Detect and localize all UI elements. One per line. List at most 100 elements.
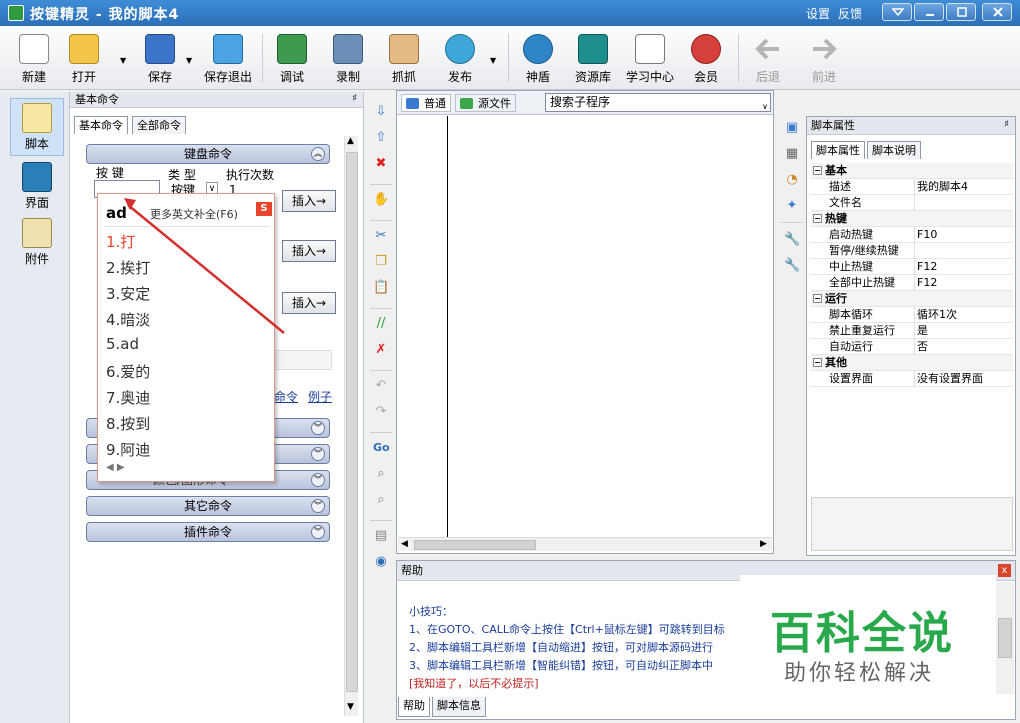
palette-icon[interactable]: ◔ [784, 172, 800, 188]
delete-icon[interactable]: ✖ [373, 156, 389, 172]
chevron-down-icon: ∨ [762, 102, 768, 111]
property-row[interactable]: 禁止重复运行是 [811, 323, 1013, 339]
source-file-icon [460, 98, 473, 109]
paste-icon[interactable]: 📋 [373, 280, 389, 296]
property-key: 文件名 [829, 195, 915, 211]
property-key: 禁止重复运行 [829, 323, 915, 339]
editor-side-toolbar: ⇩ ⇧ ✖ ✋ ✂ ❐ 📋 // ✗ ↶ ↷ Go ⌕ ⌕ ▤ ◉ [367, 100, 395, 700]
uncomment-icon[interactable]: ✗ [373, 342, 389, 358]
scroll-left-icon[interactable]: ◀ [401, 539, 408, 549]
pin-icon[interactable]: ♯ [1004, 119, 1009, 130]
editor-hscrollbar[interactable]: ◀ ▶ [398, 537, 772, 551]
line-gutter [447, 116, 448, 540]
property-value[interactable]: F12 [917, 259, 937, 275]
replace-icon[interactable]: ⌕ [373, 492, 389, 508]
property-description-box [811, 497, 1013, 551]
property-key: 中止热键 [829, 259, 915, 275]
property-key: 自动运行 [829, 339, 915, 355]
move-up-icon[interactable]: ⇧ [373, 130, 389, 146]
property-value[interactable]: 我的脚本4 [917, 179, 968, 195]
property-value[interactable]: F10 [917, 227, 937, 243]
add-tool-icon[interactable]: 🔧 [784, 232, 800, 248]
property-group[interactable]: − 运行 [811, 291, 1013, 307]
help-scroll-thumb[interactable] [998, 618, 1012, 658]
find-icon[interactable]: ⌕ [373, 466, 389, 482]
property-row[interactable]: 设置界面 没有设置界面 [811, 371, 1013, 387]
move-down-icon[interactable]: ⇩ [373, 104, 389, 120]
script-properties-panel: 脚本属性 ♯ 脚本属性 脚本说明 − 基本 描述 我的脚本4 文件名 − 热键 启动热键 F10… [806, 116, 1016, 556]
tool-separator [370, 220, 392, 221]
tab-script-properties[interactable]: 脚本属性 [811, 141, 865, 159]
property-group[interactable]: − 热键 [811, 211, 1013, 227]
property-value[interactable]: F12 [917, 275, 937, 291]
properties-header: 脚本属性 [807, 117, 1015, 135]
hscroll-thumb[interactable] [414, 540, 536, 550]
property-value[interactable]: 循环1次 [917, 307, 957, 323]
tip-line-2: 2、脚本编辑工具栏新增【自动缩进】按钮，可对脚本源码进行 [409, 641, 713, 654]
properties-icon[interactable]: ▣ [784, 120, 800, 136]
tool-separator [370, 432, 392, 433]
property-row[interactable]: 描述 我的脚本4 [811, 179, 1013, 195]
collapse-minus-icon[interactable]: − [813, 358, 822, 367]
property-value[interactable]: 是 [917, 323, 928, 339]
property-key: 启动热键 [829, 227, 915, 243]
redo-icon[interactable]: ↷ [373, 404, 389, 420]
property-row[interactable]: 脚本循环 循环1次 [811, 307, 1013, 323]
editor-tabs: 普通 源文件 搜索子程序 ∨ [397, 91, 773, 115]
subroutine-search-combo[interactable]: 搜索子程序 ∨ [545, 93, 771, 112]
cut-icon[interactable]: ✂ [373, 228, 389, 244]
tool-separator [370, 184, 392, 185]
property-key: 暂停/继续热键 [829, 243, 915, 259]
comment-icon[interactable]: // [373, 316, 389, 332]
help-scrollbar[interactable] [996, 582, 1014, 694]
collapse-minus-icon[interactable]: − [813, 214, 822, 223]
tool-separator [370, 370, 392, 371]
tab-script-info[interactable]: 脚本信息 [432, 697, 486, 717]
tab-help[interactable]: 帮助 [398, 697, 430, 717]
goto-icon[interactable]: Go [373, 440, 390, 456]
property-group-label: 其他 [825, 356, 847, 369]
property-group[interactable]: − 其他 [811, 355, 1013, 371]
property-group-label: 热键 [825, 212, 847, 225]
property-row[interactable]: 暂停/继续热键 [811, 243, 1013, 259]
property-key: 描述 [829, 179, 915, 195]
properties-side-toolbar: ▣ ▦ ◔ ✦ 🔧 🔧 [778, 118, 804, 278]
tool-separator [370, 308, 392, 309]
property-group-label: 基本 [825, 164, 847, 177]
tip-line-1: 1、在GOTO、CALL命令上按住【Ctrl+鼠标左键】可跳转到目标 [409, 623, 725, 636]
collapse-minus-icon[interactable]: − [813, 166, 822, 175]
remove-tool-icon[interactable]: 🔧 [784, 258, 800, 274]
tool-separator [370, 520, 392, 521]
watermark-brand: 百科全说 [770, 608, 954, 659]
property-row[interactable]: 启动热键 F10 [811, 227, 1013, 243]
tab-script-description[interactable]: 脚本说明 [867, 141, 921, 159]
property-value[interactable]: 没有设置界面 [917, 371, 983, 387]
calculator-icon[interactable]: ▦ [784, 146, 800, 162]
property-row[interactable]: 全部中止热键 F12 [811, 275, 1013, 291]
property-key: 设置界面 [829, 371, 915, 387]
help-close-icon[interactable]: x [998, 564, 1011, 577]
normal-view-icon [406, 98, 419, 109]
property-row[interactable]: 中止热键 F12 [811, 259, 1013, 275]
preview-eye-icon[interactable]: ◉ [373, 554, 389, 570]
property-row[interactable]: 文件名 [811, 195, 1013, 211]
property-key: 脚本循环 [829, 307, 915, 323]
property-group[interactable]: − 基本 [811, 163, 1013, 179]
tip-label: 小技巧： [409, 605, 453, 618]
undo-icon[interactable]: ↶ [373, 378, 389, 394]
property-row[interactable]: 自动运行否 [811, 339, 1013, 355]
copy-icon[interactable]: ❐ [373, 254, 389, 270]
property-key: 全部中止热键 [829, 275, 915, 291]
tip-line-3: 3、脚本编辑工具栏新增【智能纠错】按钮，可自动纠正脚本中 [409, 659, 713, 672]
variables-icon[interactable]: ✦ [784, 198, 800, 214]
script-editor: 普通 源文件 搜索子程序 ∨ ◀ ▶ [396, 90, 774, 554]
tool-separator [781, 222, 803, 223]
dismiss-tip-link[interactable]: [我知道了，以后不必提示] [409, 675, 539, 691]
scroll-right-icon[interactable]: ▶ [760, 539, 767, 549]
format-icon[interactable]: ▤ [373, 528, 389, 544]
property-value[interactable]: 否 [917, 339, 928, 355]
collapse-minus-icon[interactable]: − [813, 294, 822, 303]
tab-normal[interactable]: 普通 [401, 94, 451, 112]
hand-icon[interactable]: ✋ [373, 192, 389, 208]
tab-source[interactable]: 源文件 [455, 94, 516, 112]
